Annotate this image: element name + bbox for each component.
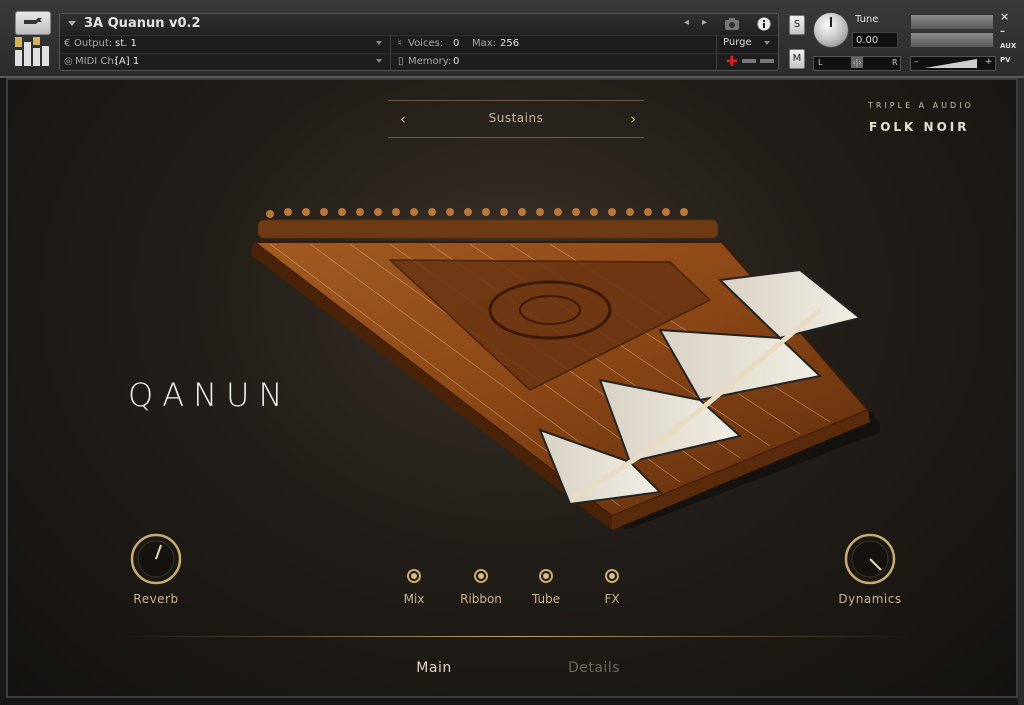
wrench-button[interactable] [15, 11, 51, 35]
mix-label: Mix [403, 592, 425, 606]
ribbon-radio[interactable] [474, 569, 488, 583]
instrument-header: 3A Quanun v0.2 ◂ ▸ € Output: st. 1 ♮ Voi… [0, 0, 1024, 78]
reverb-knob[interactable] [130, 533, 182, 585]
voices-label: Voices: [408, 38, 444, 49]
next-instrument-icon[interactable]: ▸ [702, 17, 707, 28]
divider [390, 34, 391, 70]
brand-company: TRIPLE A AUDIO [868, 101, 974, 110]
level-indicator [760, 59, 774, 63]
prev-instrument-icon[interactable]: ◂ [684, 17, 689, 28]
title-row: 3A Quanun v0.2 ◂ ▸ [60, 14, 778, 34]
output-icon: € [64, 38, 71, 49]
tab-main[interactable]: Main [384, 660, 484, 676]
tune-knob[interactable] [813, 12, 849, 48]
memory-value: 0 [453, 56, 460, 67]
pan-handle-icon[interactable]: ‹|› [851, 57, 863, 68]
tube-radio[interactable] [539, 569, 553, 583]
voices-icon: ♮ [398, 38, 402, 49]
instrument-name[interactable]: 3A Quanun v0.2 [84, 16, 201, 31]
window-edge [1018, 78, 1024, 705]
midi-label: MIDI Ch: [75, 56, 118, 67]
purge-menu[interactable]: Purge [723, 37, 752, 48]
dynamics-label: Dynamics [838, 592, 902, 606]
mute-button[interactable]: M [789, 49, 805, 69]
fx-radio[interactable] [605, 569, 619, 583]
level-meter-left [910, 14, 994, 30]
purge-dropdown-icon[interactable] [764, 41, 770, 45]
output-row: € Output: st. 1 ♮ Voices: 0 Max: 256 [60, 35, 778, 53]
tube-label: Tube [531, 592, 561, 606]
preset-selector[interactable]: ‹ Sustains › [388, 100, 644, 138]
preset-next-arrow-icon[interactable]: › [630, 110, 636, 128]
output-dropdown-icon[interactable] [376, 41, 382, 45]
fx-label: FX [604, 592, 620, 606]
level-indicator [742, 59, 756, 63]
midi-row: ◎ MIDI Ch: [A] 1 ▯ Memory: 0 [60, 53, 778, 71]
pan-right-label: R [892, 58, 898, 67]
pv-button[interactable]: PV [1000, 56, 1011, 64]
reverb-label: Reverb [133, 592, 179, 606]
tune-label: Tune [855, 14, 879, 25]
collapse-arrow-icon[interactable] [68, 21, 76, 26]
preset-name[interactable]: Sustains [388, 111, 644, 125]
brand-product: FOLK NOIR [869, 120, 970, 134]
volume-plus-icon[interactable]: + [985, 57, 993, 67]
memory-label: Memory: [408, 56, 452, 67]
pan-left-label: L [818, 58, 823, 67]
midi-dropdown-icon[interactable] [376, 59, 382, 63]
max-label: Max: [472, 38, 497, 49]
instrument-gui: ‹ Sustains › TRIPLE A AUDIO FOLK NOIR QA… [6, 78, 1018, 698]
info-icon[interactable] [756, 17, 772, 31]
output-select[interactable]: st. 1 [115, 38, 137, 49]
pan-slider[interactable]: L ‹|› R [813, 56, 901, 71]
volume-minus-icon[interactable]: – [914, 57, 919, 67]
kontakt-logo-icon [15, 37, 49, 67]
instrument-info-panel: 3A Quanun v0.2 ◂ ▸ € Output: st. 1 ♮ Voi… [59, 13, 779, 71]
output-label: Output: [74, 38, 113, 49]
midi-icon: ◎ [64, 56, 73, 67]
close-icon[interactable]: × [1000, 10, 1009, 23]
minimize-icon[interactable]: – [1000, 26, 1005, 37]
memory-icon: ▯ [398, 56, 404, 67]
divider [716, 34, 717, 70]
wrench-icon [24, 18, 42, 24]
tune-value[interactable]: 0.00 [852, 32, 898, 48]
midi-channel-select[interactable]: [A] 1 [115, 56, 139, 67]
voices-value: 0 [453, 38, 460, 49]
camera-icon[interactable] [724, 17, 740, 31]
level-meter-right [910, 32, 994, 48]
mix-radio[interactable] [407, 569, 421, 583]
red-plus-icon: ✚ [726, 54, 738, 70]
solo-button[interactable]: S [789, 15, 805, 35]
volume-slider[interactable]: – + [910, 56, 996, 71]
ribbon-label: Ribbon [460, 592, 502, 606]
max-voices-value[interactable]: 256 [500, 38, 519, 49]
qanun-instrument-image [250, 208, 880, 530]
kontakt-window: 3A Quanun v0.2 ◂ ▸ € Output: st. 1 ♮ Voi… [0, 0, 1024, 705]
dynamics-knob[interactable] [844, 533, 896, 585]
aux-button[interactable]: AUX [1000, 42, 1016, 50]
tab-details[interactable]: Details [544, 660, 644, 676]
volume-ramp-icon [925, 59, 977, 68]
tab-divider [120, 636, 910, 637]
